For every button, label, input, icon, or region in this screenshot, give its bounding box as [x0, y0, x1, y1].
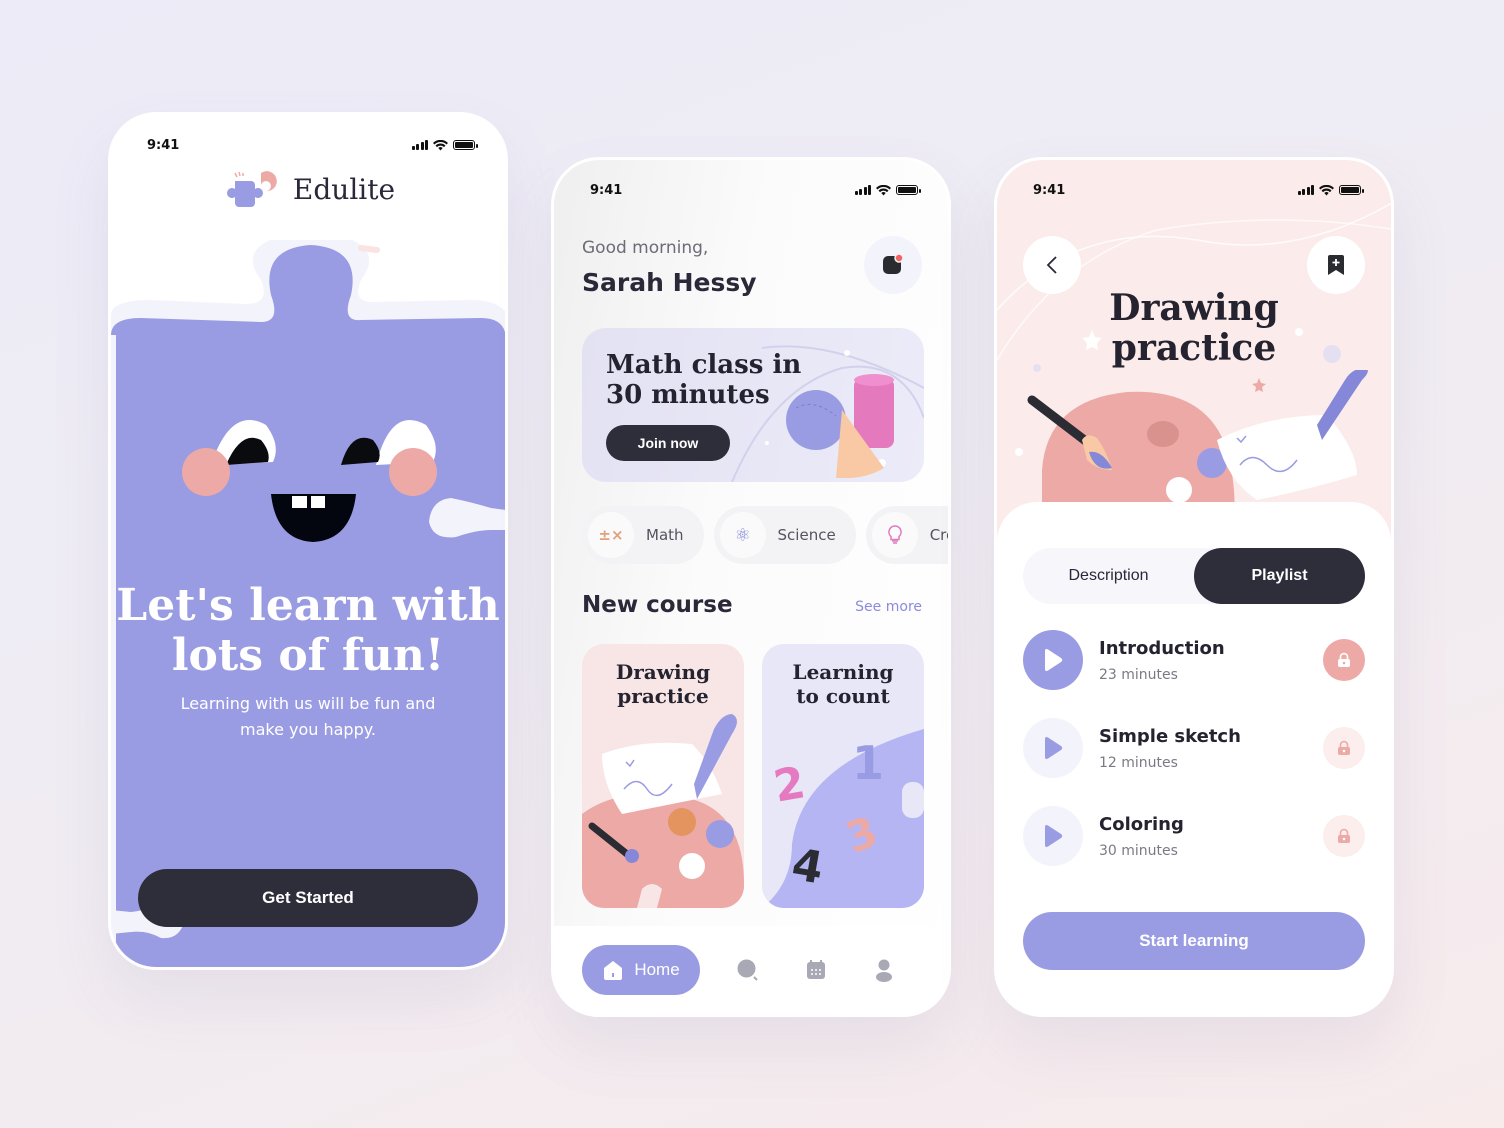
- signal-icon: [1297, 185, 1314, 195]
- nav-home-button[interactable]: Home: [582, 945, 700, 995]
- category-list: ±× Math ⚛ Science Creat: [582, 506, 948, 564]
- atom-icon: ⚛: [719, 512, 766, 558]
- status-bar: 9:41: [554, 160, 948, 220]
- status-bar: 9:41: [111, 115, 505, 175]
- get-started-button[interactable]: Get Started: [138, 869, 478, 927]
- svg-text:2: 2: [770, 757, 809, 813]
- category-creative[interactable]: Creat: [865, 506, 948, 564]
- calendar-icon[interactable]: [796, 950, 836, 990]
- lesson-title: Introduction: [1099, 637, 1225, 659]
- course-card-counting[interactable]: Learning to count 1 2 3 4: [762, 644, 924, 908]
- home-screen: 9:41 Good morning, Sarah Hessy Math clas…: [551, 157, 951, 1017]
- bottom-navigation: Home: [554, 926, 948, 1014]
- wifi-icon: [433, 139, 448, 150]
- back-button[interactable]: [1023, 236, 1081, 294]
- lesson-duration: 12 minutes: [1099, 754, 1178, 771]
- notification-button[interactable]: [864, 236, 922, 294]
- lightbulb-icon: [871, 512, 918, 558]
- tab-bar: Description Playlist: [1023, 548, 1365, 604]
- geometry-shapes-illustration: [786, 374, 894, 478]
- course-title: Drawing practice: [615, 660, 711, 708]
- numbers-illustration: 1 2 3 4: [762, 729, 924, 908]
- course-card-drawing[interactable]: Drawing practice: [582, 644, 744, 908]
- play-icon[interactable]: [1023, 806, 1083, 866]
- signal-icon: [854, 185, 871, 195]
- home-icon: [604, 961, 623, 980]
- battery-icon: [1339, 185, 1364, 195]
- see-more-link[interactable]: See more: [855, 599, 922, 615]
- search-icon[interactable]: [728, 950, 768, 990]
- lesson-title: Simple sketch: [1099, 725, 1241, 747]
- bookmark-add-icon: [1328, 255, 1344, 275]
- status-time: 9:41: [147, 137, 180, 153]
- wifi-icon: [1319, 184, 1334, 195]
- notification-icon: [883, 254, 904, 274]
- battery-icon: [896, 185, 921, 195]
- lesson-item[interactable]: Simple sketch 12 minutes: [1023, 718, 1365, 778]
- status-bar: 9:41: [997, 160, 1391, 220]
- signal-icon: [411, 140, 428, 150]
- join-now-button[interactable]: Join now: [606, 425, 730, 461]
- hero-headline: Let's learn with lots of fun!: [116, 580, 500, 681]
- start-learning-button[interactable]: Start learning: [1023, 912, 1365, 970]
- play-icon[interactable]: [1023, 718, 1083, 778]
- hero-subtitle: Learning with us will be fun and make yo…: [180, 694, 436, 739]
- status-time: 9:41: [1033, 182, 1066, 198]
- brand-name: Edulite: [292, 172, 396, 206]
- category-math[interactable]: ±× Math: [582, 506, 704, 564]
- play-icon[interactable]: [1023, 630, 1083, 690]
- lesson-item[interactable]: Introduction 23 minutes: [1023, 630, 1365, 690]
- promo-card[interactable]: Math class in 30 minutes Join now: [582, 328, 924, 482]
- lock-icon: [1323, 727, 1365, 769]
- lesson-duration: 30 minutes: [1099, 842, 1178, 859]
- tab-playlist[interactable]: Playlist: [1194, 548, 1365, 604]
- course-detail-screen: Drawing practice Description Playlist In…: [994, 157, 1394, 1017]
- section-title: New course: [582, 592, 733, 618]
- onboarding-screen: 9:41 Edulite Let's learn with lots of fu…: [108, 112, 508, 970]
- course-title: Learning to count: [792, 660, 894, 708]
- lesson-item[interactable]: Coloring 30 minutes: [1023, 806, 1365, 866]
- bookmark-button[interactable]: [1307, 236, 1365, 294]
- wifi-icon: [876, 184, 891, 195]
- greeting: Good morning,: [582, 238, 709, 258]
- chevron-left-icon: [1046, 256, 1057, 274]
- math-symbols-icon: ±×: [588, 512, 634, 558]
- drawing-palette-illustration: [582, 714, 744, 908]
- promo-title: Math class in 30 minutes: [606, 350, 802, 410]
- user-name: Sarah Hessy: [582, 268, 757, 297]
- lesson-title: Coloring: [1099, 813, 1184, 835]
- category-science[interactable]: ⚛ Science: [713, 506, 856, 564]
- lock-icon: [1323, 639, 1365, 681]
- tab-description[interactable]: Description: [1023, 548, 1194, 604]
- svg-text:1: 1: [852, 736, 884, 790]
- lesson-duration: 23 minutes: [1099, 666, 1178, 683]
- lock-icon: [1323, 815, 1365, 857]
- course-title: Drawing practice: [1109, 287, 1279, 369]
- battery-icon: [453, 140, 478, 150]
- profile-icon[interactable]: [864, 950, 904, 990]
- status-time: 9:41: [590, 182, 623, 198]
